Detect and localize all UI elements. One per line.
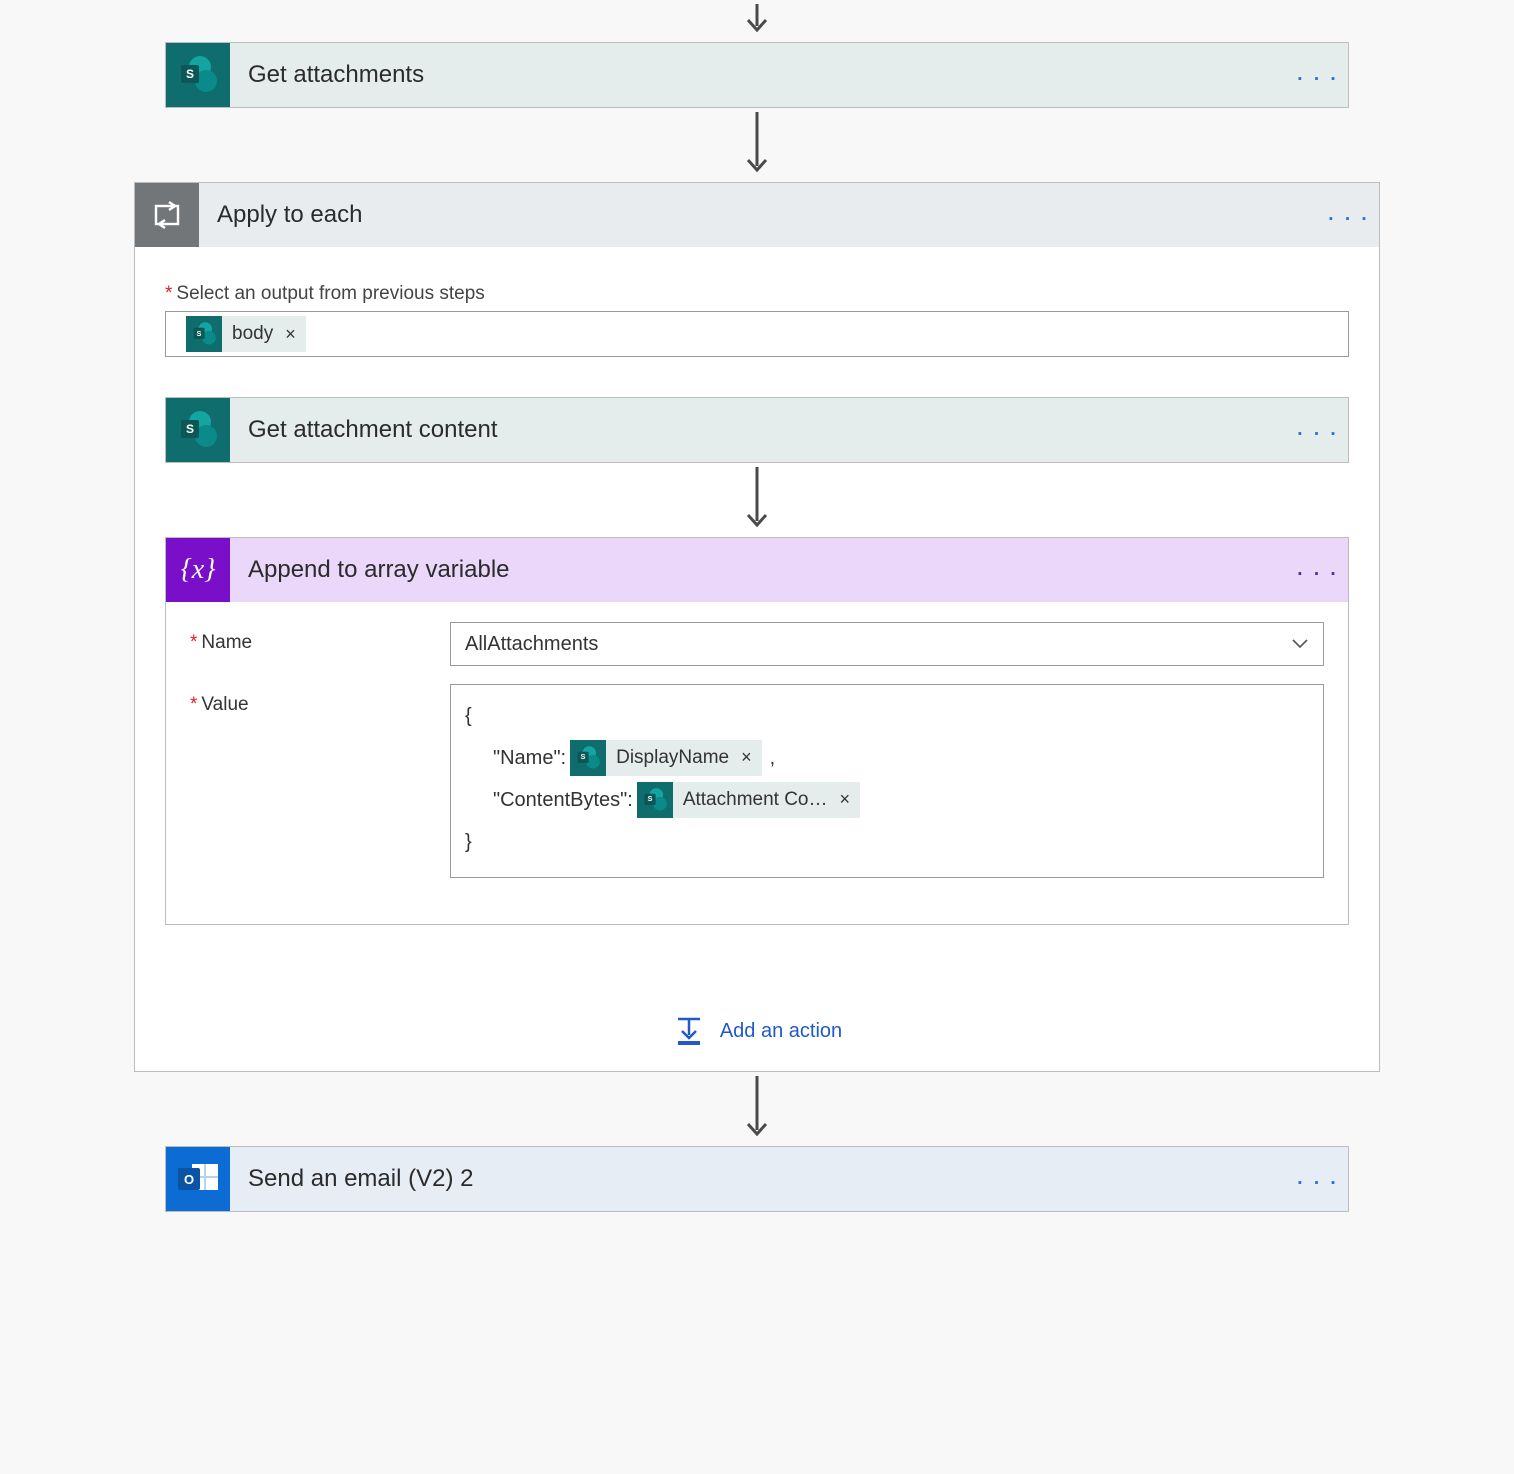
variable-icon: {x} bbox=[166, 538, 230, 602]
outlook-icon: O bbox=[166, 1147, 230, 1211]
sharepoint-icon: S bbox=[570, 740, 606, 776]
step-title: Apply to each bbox=[199, 201, 1319, 229]
flow-arrow bbox=[742, 0, 772, 42]
sharepoint-icon: S bbox=[637, 782, 673, 818]
sharepoint-icon: S bbox=[166, 398, 230, 462]
step-title: Get attachment content bbox=[230, 416, 1288, 444]
name-select[interactable]: AllAttachments bbox=[450, 622, 1324, 666]
sharepoint-icon: S bbox=[166, 43, 230, 107]
input-label: *Select an output from previous steps bbox=[165, 283, 1349, 305]
apply-to-each-header[interactable]: Apply to each . . . bbox=[135, 183, 1379, 247]
loop-icon bbox=[135, 183, 199, 247]
flow-arrow bbox=[742, 463, 772, 537]
token-remove-icon[interactable]: × bbox=[838, 781, 861, 819]
token-remove-icon[interactable]: × bbox=[739, 739, 762, 777]
step-get-attachments[interactable]: S Get attachments . . . bbox=[165, 42, 1349, 108]
step-title: Append to array variable bbox=[230, 556, 1288, 584]
step-append-to-array: {x} Append to array variable . . . *Name… bbox=[165, 537, 1349, 925]
flow-arrow bbox=[742, 108, 772, 182]
step-menu-button[interactable]: . . . bbox=[1288, 64, 1348, 86]
step-menu-button[interactable]: . . . bbox=[1288, 419, 1348, 441]
step-menu-button[interactable]: . . . bbox=[1319, 204, 1379, 226]
step-get-attachment-content[interactable]: S Get attachment content . . . bbox=[165, 397, 1349, 463]
step-menu-button[interactable]: . . . bbox=[1288, 559, 1348, 581]
step-menu-button[interactable]: . . . bbox=[1288, 1168, 1348, 1190]
add-action-button[interactable]: Add an action bbox=[672, 1015, 842, 1047]
apply-each-input[interactable]: S body × bbox=[165, 311, 1349, 357]
name-value: AllAttachments bbox=[465, 633, 598, 656]
name-label: *Name bbox=[190, 622, 450, 654]
token-attachment-content[interactable]: S Attachment Co… × bbox=[637, 782, 860, 818]
step-apply-to-each: Apply to each . . . *Select an output fr… bbox=[134, 182, 1380, 1072]
step-send-email[interactable]: O Send an email (V2) 2 . . . bbox=[165, 1146, 1349, 1212]
append-header[interactable]: {x} Append to array variable . . . bbox=[166, 538, 1348, 602]
step-title: Send an email (V2) 2 bbox=[230, 1165, 1288, 1193]
sharepoint-icon: S bbox=[186, 316, 222, 352]
flow-arrow bbox=[742, 1072, 772, 1146]
token-remove-icon[interactable]: × bbox=[283, 324, 306, 345]
add-action-icon bbox=[672, 1015, 706, 1047]
token-displayname[interactable]: S DisplayName × bbox=[570, 740, 762, 776]
chevron-down-icon bbox=[1291, 633, 1309, 656]
step-title: Get attachments bbox=[230, 61, 1288, 89]
value-label: *Value bbox=[190, 684, 450, 716]
token-body[interactable]: S body × bbox=[186, 316, 306, 352]
value-editor[interactable]: { "Name": S DisplayName × , bbox=[450, 684, 1324, 878]
